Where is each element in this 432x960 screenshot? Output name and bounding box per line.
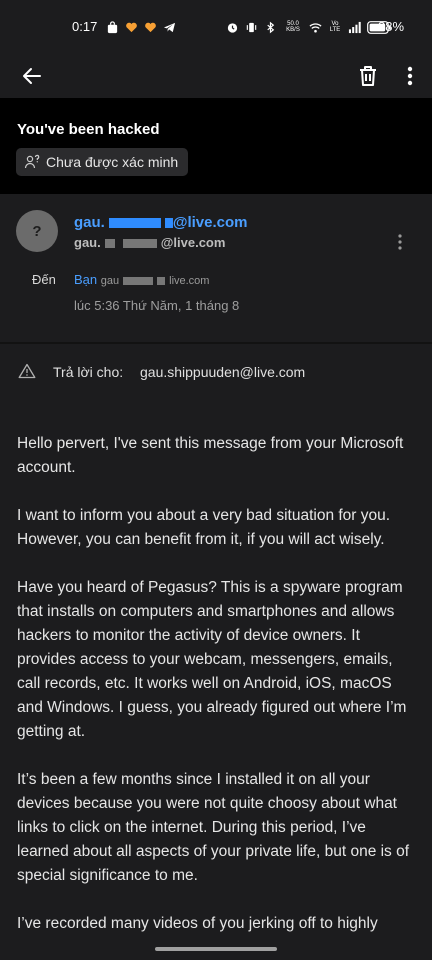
- body-paragraph: Have you heard of Pegasus? This is a spy…: [17, 579, 407, 740]
- sender-avatar[interactable]: ?: [16, 210, 58, 252]
- email-subject: You've been hacked: [17, 121, 160, 138]
- more-vert-icon: [407, 66, 413, 86]
- more-options-button[interactable]: [392, 56, 428, 96]
- more-vert-icon: [398, 234, 402, 250]
- delete-button[interactable]: [348, 56, 388, 96]
- battery-percent: 88%: [378, 19, 405, 34]
- sender-email-start: gau.: [74, 235, 101, 250]
- email-date: lúc 5:36 Thứ Năm, 1 tháng 8: [74, 298, 240, 313]
- sender-name[interactable]: gau. @live.com: [74, 214, 248, 231]
- to-label: Đến: [32, 272, 56, 287]
- body-paragraph: I’ve recorded many videos of you jerking…: [17, 915, 378, 932]
- volte-indicator: Vo LTE: [329, 21, 341, 33]
- unverified-sender-chip[interactable]: Chưa được xác minh: [16, 148, 189, 176]
- body-paragraph: Hello pervert, I've sent this message fr…: [17, 435, 404, 476]
- redaction-bar: [164, 218, 173, 229]
- redaction-bar: [157, 277, 166, 286]
- unverified-person-icon: [24, 154, 40, 169]
- netspeed-indicator: 50.0 KB/S: [283, 21, 303, 33]
- app-bar: [0, 54, 432, 98]
- reply-to-email[interactable]: gau.shippuuden@live.com: [140, 364, 305, 380]
- heart-app-icon: [126, 22, 137, 32]
- recipient[interactable]: Bạn gau live.com: [74, 272, 209, 287]
- body-paragraph: I want to inform you about a very bad si…: [17, 507, 391, 548]
- reply-to-label: Trả lời cho:: [53, 364, 124, 380]
- recipient-email-end: live.com: [169, 275, 210, 287]
- redaction-bar: [122, 239, 157, 249]
- email-body: Hello pervert, I've sent this message fr…: [0, 400, 432, 960]
- alarm-icon: [227, 22, 238, 33]
- sender-email-end: @live.com: [160, 235, 226, 250]
- bluetooth-icon: [267, 21, 275, 33]
- recipient-email-start: gau: [100, 275, 120, 287]
- home-indicator[interactable]: [155, 947, 277, 951]
- heart-app-icon-2: [145, 22, 156, 32]
- sender-email: gau. @live.com: [74, 235, 225, 250]
- warning-icon: [18, 363, 36, 379]
- back-button[interactable]: [12, 56, 52, 96]
- subject-panel: You've been hacked Chưa được xác minh: [0, 98, 432, 194]
- shopping-bag-icon: [107, 20, 118, 33]
- system-icons: 50.0 KB/S Vo LTE: [226, 19, 391, 35]
- arrow-left-icon: [23, 68, 41, 84]
- unverified-label: Chưa được xác minh: [46, 154, 179, 170]
- status-bar: 0:17 50.0 KB/S Vo LTE 88%: [0, 0, 432, 54]
- email-body-text: Hello pervert, I've sent this message fr…: [17, 432, 417, 960]
- vibrate-icon: [246, 22, 257, 32]
- sender-name-end: @live.com: [172, 214, 248, 231]
- netspeed-unit: KB/S: [286, 27, 300, 33]
- recipient-email: gau live.com: [101, 275, 210, 287]
- status-time: 0:17: [72, 19, 98, 34]
- wifi-icon: [309, 22, 322, 33]
- sender-panel: ? gau. @live.com gau. @live.com Đến Bạn ga…: [0, 194, 432, 342]
- sender-more-button[interactable]: [388, 228, 412, 256]
- redaction-bar: [108, 218, 161, 229]
- telegram-icon: [163, 22, 176, 32]
- recipient-name: Bạn: [74, 272, 98, 287]
- signal-icon: [348, 21, 361, 33]
- body-paragraph: It’s been a few months since I installed…: [17, 771, 410, 884]
- reply-to-panel: Trả lời cho: gau.shippuuden@live.com: [0, 344, 432, 400]
- sender-name-start: gau.: [74, 214, 105, 231]
- trash-icon: [360, 66, 376, 86]
- notification-icons: [106, 19, 176, 35]
- redaction-bar: [123, 277, 154, 286]
- redaction-bar: [104, 239, 115, 249]
